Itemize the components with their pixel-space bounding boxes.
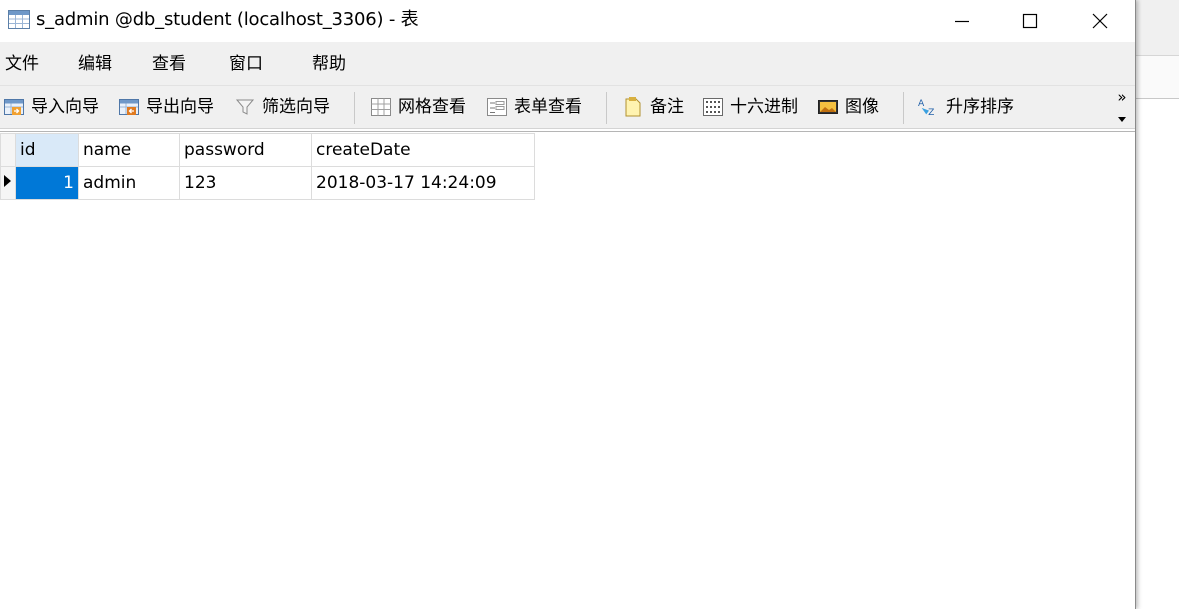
minimize-icon [955, 20, 969, 23]
hex-icon [702, 96, 724, 118]
form-view-label: 表单查看 [514, 97, 582, 117]
maximize-icon [1022, 13, 1038, 29]
sort-ascending-icon: A Z [918, 96, 940, 118]
data-grid: id name password createDate 1 admin 123 … [0, 133, 535, 200]
close-icon [1092, 13, 1108, 29]
menu-edit[interactable]: 编辑 [78, 52, 112, 76]
import-wizard-button[interactable]: 导入向导 [3, 94, 99, 120]
grid-view-button[interactable]: 网格查看 [370, 94, 466, 120]
cell-password[interactable]: 123 [179, 166, 312, 200]
form-view-button[interactable]: 表单查看 [486, 94, 582, 120]
hex-button[interactable]: 十六进制 [702, 94, 798, 120]
menu-file[interactable]: 文件 [5, 52, 39, 76]
column-header-id[interactable]: id [15, 133, 79, 167]
filter-wizard-button[interactable]: 筛选向导 [234, 94, 330, 120]
column-header-createdate[interactable]: createDate [311, 133, 535, 167]
background-window-titlebar [1136, 0, 1179, 55]
cell-id[interactable]: 1 [15, 166, 79, 200]
overflow-chevron-icon: » [1117, 88, 1127, 106]
svg-text:Z: Z [928, 107, 934, 118]
memo-label: 备注 [650, 97, 684, 117]
menu-window[interactable]: 窗口 [229, 52, 263, 76]
import-icon [3, 96, 25, 118]
memo-icon [622, 96, 644, 118]
menu-view[interactable]: 查看 [152, 52, 186, 76]
grid-view-label: 网格查看 [398, 97, 466, 117]
close-button[interactable] [1065, 0, 1135, 42]
memo-button[interactable]: 备注 [622, 94, 684, 120]
column-header-name[interactable]: name [78, 133, 180, 167]
menu-help[interactable]: 帮助 [312, 52, 346, 76]
sort-ascending-button[interactable]: A Z 升序排序 [918, 94, 1014, 120]
background-window [1136, 0, 1179, 609]
maximize-button[interactable] [995, 0, 1065, 42]
title-bar[interactable]: s_admin @db_student (localhost_3306) - 表 [0, 0, 1135, 42]
cell-name[interactable]: admin [78, 166, 180, 200]
row-header-corner [0, 133, 16, 167]
toolbar: 导入向导 导出向导 筛选向导 网格查看 表单查看 备注 十六进制 图像 A Z … [0, 86, 1135, 129]
toolbar-separator [903, 92, 904, 124]
current-row-arrow-icon [4, 175, 11, 187]
toolbar-separator [354, 92, 355, 124]
overflow-dropdown-icon [1112, 112, 1132, 126]
hex-label: 十六进制 [730, 97, 798, 117]
filter-wizard-label: 筛选向导 [262, 97, 330, 117]
cell-createdate[interactable]: 2018-03-17 14:24:09 [311, 166, 535, 200]
form-icon [486, 96, 508, 118]
table-row[interactable]: 1 admin 123 2018-03-17 14:24:09 [0, 166, 535, 200]
table-icon [8, 10, 30, 29]
row-indicator[interactable] [0, 166, 16, 200]
image-label: 图像 [845, 97, 879, 117]
svg-text:A: A [918, 98, 925, 109]
menu-bar: 文件 编辑 查看 窗口 帮助 [0, 42, 1135, 86]
table-editor-window: s_admin @db_student (localhost_3306) - 表… [0, 0, 1136, 609]
background-window-content [1136, 99, 1179, 609]
import-wizard-label: 导入向导 [31, 97, 99, 117]
export-icon [118, 96, 140, 118]
grid-icon [370, 96, 392, 118]
image-button[interactable]: 图像 [817, 94, 879, 120]
toolbar-separator [606, 92, 607, 124]
data-grid-area[interactable]: id name password createDate 1 admin 123 … [0, 131, 1135, 609]
window-title: s_admin @db_student (localhost_3306) - 表 [36, 9, 419, 30]
filter-icon [234, 96, 256, 118]
background-window-toolbar [1136, 55, 1179, 99]
grid-header-row: id name password createDate [0, 133, 535, 167]
sort-ascending-label: 升序排序 [946, 97, 1014, 117]
export-wizard-button[interactable]: 导出向导 [118, 94, 214, 120]
toolbar-overflow-button[interactable]: » [1112, 88, 1132, 128]
export-wizard-label: 导出向导 [146, 97, 214, 117]
minimize-button[interactable] [927, 0, 997, 42]
column-header-password[interactable]: password [179, 133, 312, 167]
image-icon [817, 96, 839, 118]
